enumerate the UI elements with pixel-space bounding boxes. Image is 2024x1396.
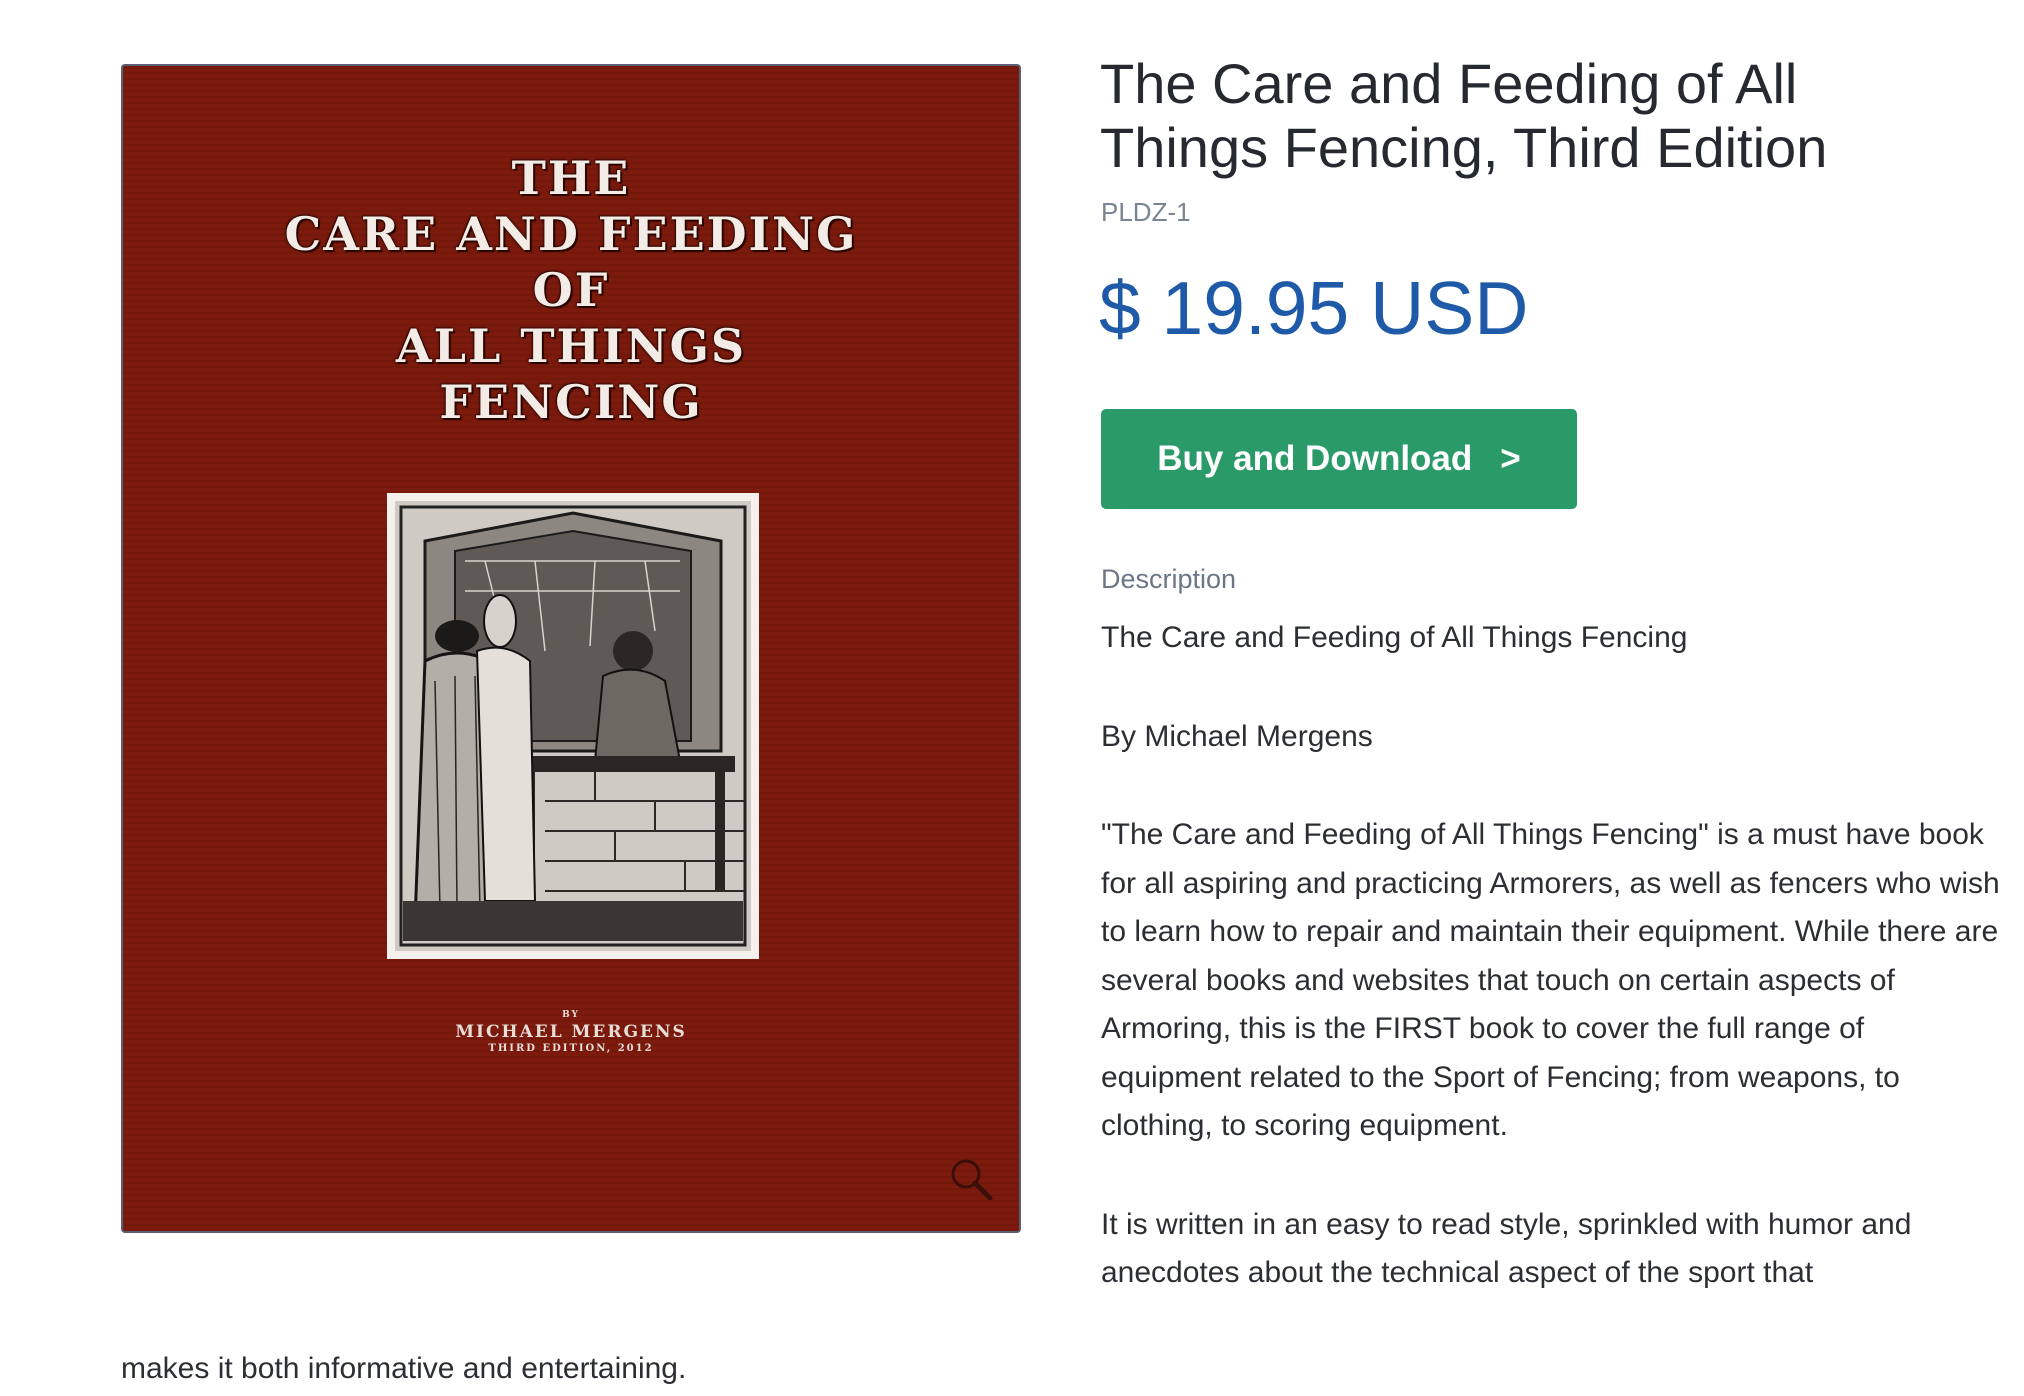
cover-title-line: CARE AND FEEDING	[284, 207, 858, 261]
description-paragraph: The Care and Feeding of All Things Fenci…	[1101, 621, 1688, 654]
cover-engraving-illustration	[387, 493, 759, 959]
magnifier-icon[interactable]	[948, 1156, 994, 1202]
buy-button-label: Buy and Download	[1157, 439, 1473, 478]
buy-and-download-button[interactable]: Buy and Download >	[1101, 409, 1577, 509]
cover-by-label: BY	[562, 1010, 580, 1020]
cover-title-line: OF	[532, 263, 610, 317]
cover-title: THE CARE AND FEEDING OF ALL THINGS FENCI…	[123, 150, 1019, 430]
description-paragraph: "The Care and Feeding of All Things Fenc…	[1101, 818, 2000, 1142]
product-price: $ 19.95 USD	[1099, 266, 1529, 350]
product-cover-image[interactable]: THE CARE AND FEEDING OF ALL THINGS FENCI…	[121, 64, 1021, 1233]
cover-title-line: THE	[511, 151, 631, 205]
description-continuation: makes it both informative and entertaini…	[121, 1352, 687, 1385]
cover-edition: THIRD EDITION, 2012	[488, 1043, 654, 1054]
description-paragraph: By Michael Mergens	[1101, 719, 1373, 753]
description-paragraph: It is written in an easy to read style, …	[1101, 1207, 1912, 1290]
cover-title-line: FENCING	[439, 375, 703, 429]
description-heading: Description	[1101, 564, 1237, 594]
product-sku: PLDZ-1	[1101, 197, 1191, 227]
chevron-right-icon: >	[1500, 439, 1521, 478]
description-body: The Care and Feeding of All Things Fenci…	[1101, 614, 2001, 1348]
product-title: The Care and Feeding of All Things Fenci…	[1100, 52, 1828, 179]
cover-author: MICHAEL MERGENS	[455, 1022, 687, 1042]
cover-title-line: ALL THINGS	[395, 319, 747, 373]
cover-byline: BY MICHAEL MERGENS THIRD EDITION, 2012	[123, 1010, 1019, 1054]
